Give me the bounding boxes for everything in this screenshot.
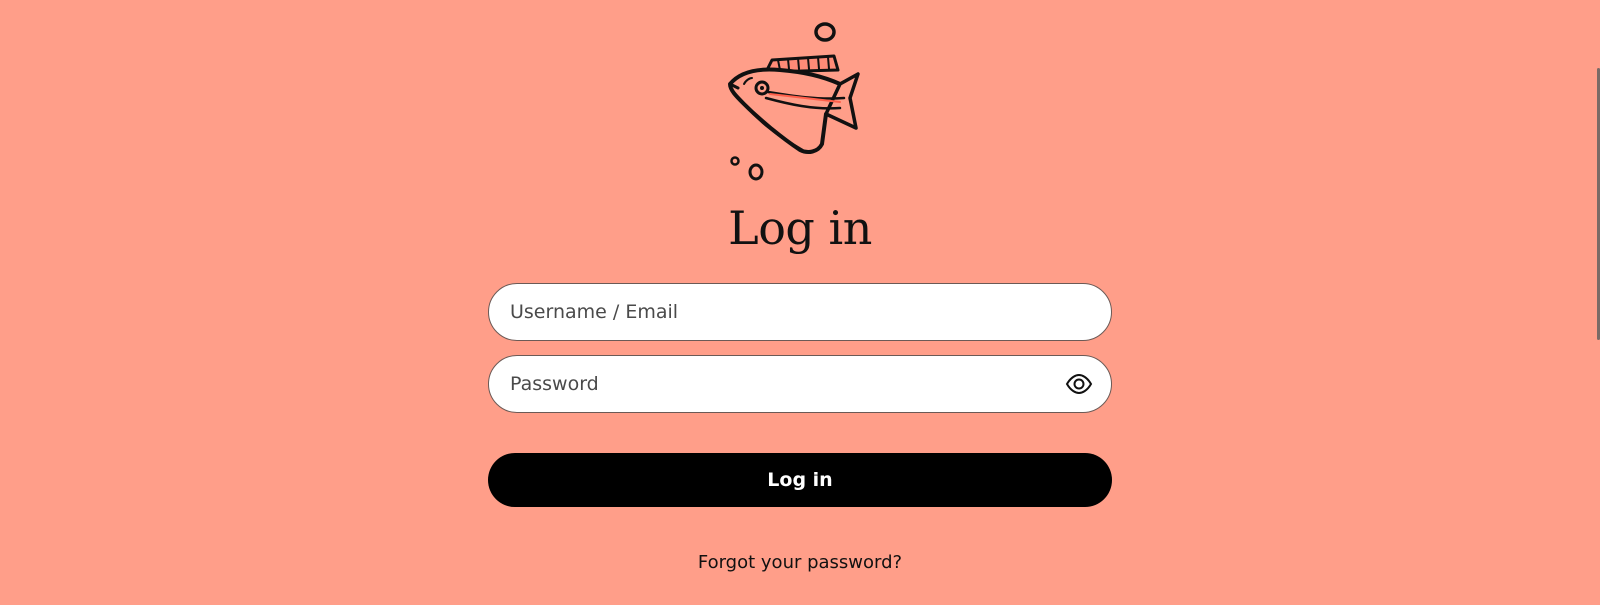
page-title: Log in — [728, 201, 872, 255]
username-field[interactable] — [488, 283, 1112, 341]
forgot-password-link[interactable]: Forgot your password? — [0, 550, 1600, 576]
username-input[interactable] — [489, 284, 1111, 340]
scrollbar[interactable] — [1595, 0, 1600, 605]
password-input[interactable] — [489, 356, 1111, 412]
fish-logo-icon — [728, 22, 860, 181]
eye-icon[interactable] — [1065, 372, 1093, 396]
login-page: Log in Log in Forgot your password? — [0, 0, 1600, 605]
login-button[interactable]: Log in — [488, 453, 1112, 507]
password-field[interactable] — [488, 355, 1112, 413]
